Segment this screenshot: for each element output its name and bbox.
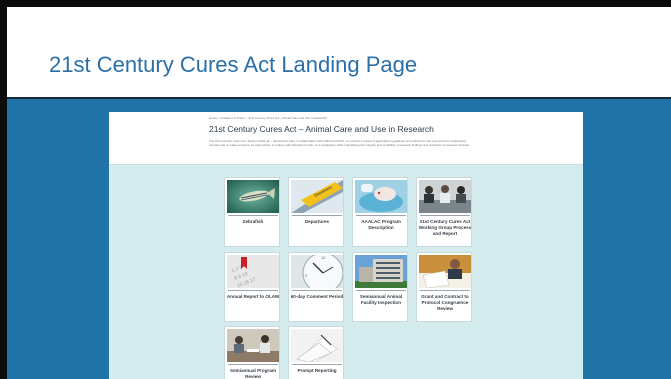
tile-facility-inspection[interactable]: Semiannual Animal Facility Inspection bbox=[352, 252, 408, 322]
tile-working-group[interactable]: 21st Century Cures Act Working Group Pro… bbox=[416, 177, 472, 247]
tile-label: Grant and Contract to Protocol Congruenc… bbox=[421, 294, 469, 311]
tile-divider bbox=[356, 290, 406, 291]
tile-comment-period[interactable]: 9 12 60-day Comment Period bbox=[288, 252, 344, 322]
zebrafish-photo-icon bbox=[227, 180, 279, 213]
documents-photo-icon bbox=[291, 329, 343, 362]
tile-divider bbox=[420, 290, 470, 291]
building-photo-icon bbox=[355, 255, 407, 288]
meeting-photo-icon bbox=[419, 180, 471, 213]
tile-label: Departures bbox=[304, 219, 330, 224]
lab-animal-photo-icon bbox=[355, 180, 407, 213]
breadcrumb[interactable]: Home > Guidance & Policy > 21st Century … bbox=[209, 116, 327, 120]
calendar-photo-icon: 1 2 3 48 9 10 15 16 17 bbox=[227, 255, 279, 288]
page-description: The 21st Century Cures Act, Section 2034… bbox=[209, 139, 470, 148]
page-header: Home > Guidance & Policy > 21st Century … bbox=[109, 112, 583, 165]
tile-zebrafish[interactable]: Zebrafish bbox=[224, 177, 280, 247]
tile-annual-report[interactable]: 1 2 3 48 9 10 15 16 17 Annual Report to O… bbox=[224, 252, 280, 322]
tile-label: Semiannual Program Review bbox=[230, 368, 276, 379]
tile-divider bbox=[228, 364, 278, 365]
tile-divider bbox=[228, 215, 278, 216]
departures-sign-photo-icon: Departures bbox=[291, 180, 343, 213]
tile-divider bbox=[292, 290, 342, 291]
clock-photo-icon: 9 12 bbox=[291, 255, 343, 288]
slide-title: 21st Century Cures Act Landing Page bbox=[49, 52, 418, 77]
tile-program-review[interactable]: Semiannual Program Review bbox=[224, 326, 280, 379]
review-meeting-photo-icon bbox=[227, 329, 279, 362]
tile-divider bbox=[292, 215, 342, 216]
tile-prompt-reporting[interactable]: Prompt Reporting bbox=[288, 326, 344, 379]
tile-label: Zebrafish bbox=[242, 219, 264, 224]
tile-divider bbox=[356, 215, 406, 216]
tile-label: Semiannual Animal Facility Inspection bbox=[359, 294, 403, 305]
tile-label: AAALAC Program Description bbox=[361, 219, 401, 230]
tile-departures[interactable]: Departures Departures bbox=[288, 177, 344, 247]
tile-divider bbox=[420, 215, 470, 216]
tile-label: 21st Century Cures Act Working Group Pro… bbox=[418, 219, 472, 236]
page-heading: 21st Century Cures Act – Animal Care and… bbox=[209, 124, 434, 134]
tile-aaalac[interactable]: AAALAC Program Description bbox=[352, 177, 408, 247]
svg-text:12: 12 bbox=[321, 255, 326, 260]
paperwork-photo-icon bbox=[419, 255, 471, 288]
tile-divider bbox=[228, 290, 278, 291]
tile-label: Prompt Reporting bbox=[297, 368, 337, 373]
tile-label: Annual Report to OLAW bbox=[226, 294, 280, 299]
tile-label: 60-day Comment Period bbox=[290, 294, 344, 299]
tile-grant-congruence[interactable]: Grant and Contract to Protocol Congruenc… bbox=[416, 252, 472, 322]
tile-divider bbox=[292, 364, 342, 365]
webpage-screenshot: Home > Guidance & Policy > 21st Century … bbox=[109, 112, 583, 379]
slide: 21st Century Cures Act Landing Page Home… bbox=[7, 7, 671, 379]
